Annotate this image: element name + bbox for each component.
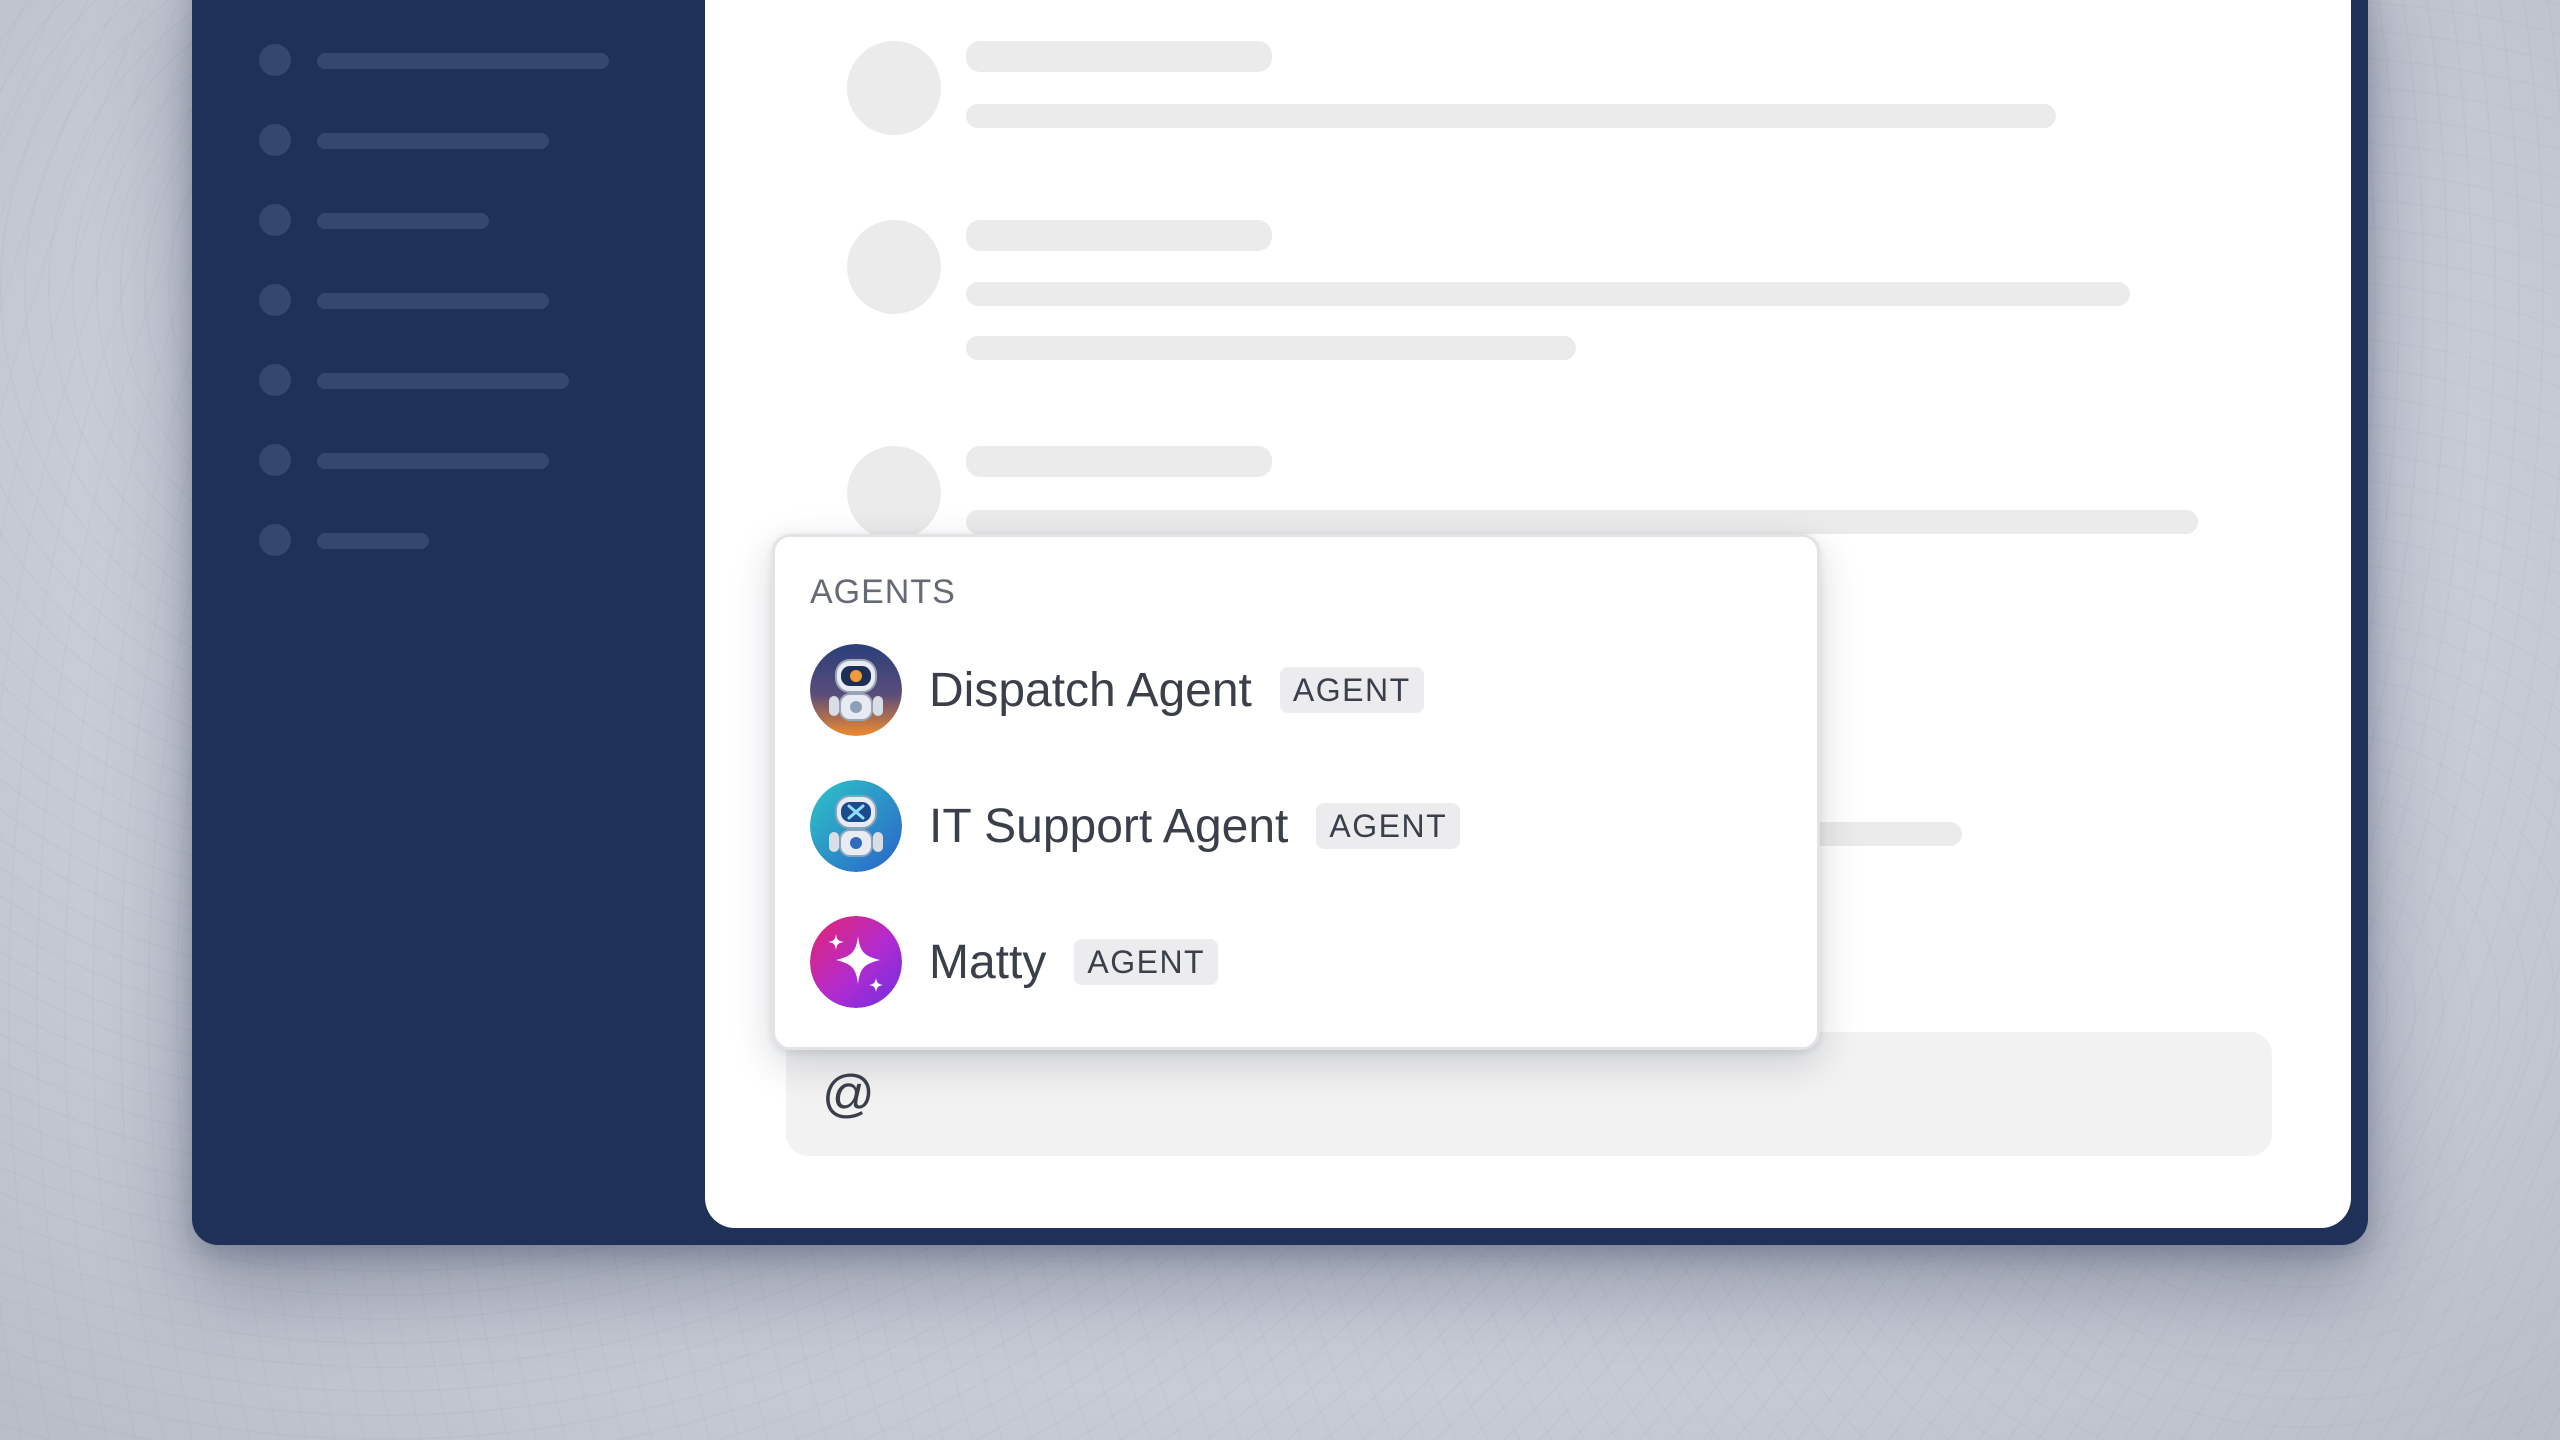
message-text-placeholder	[966, 336, 1576, 360]
message-text-placeholder	[966, 510, 2198, 534]
robot-it-support-icon	[810, 780, 902, 872]
agent-badge: AGENT	[1074, 939, 1219, 985]
message-text-placeholder	[966, 104, 2056, 128]
message-avatar-placeholder	[847, 446, 941, 540]
message-avatar-placeholder	[847, 41, 941, 135]
sidebar-item-label-placeholder	[317, 53, 609, 69]
message-author-placeholder	[966, 446, 1272, 477]
message-composer-input[interactable]: @	[786, 1032, 2272, 1156]
agent-name: Dispatch Agent	[929, 663, 1252, 717]
mention-suggestions-popup: AGENTS Dispatch Agent AGENT IT Support A…	[772, 534, 1820, 1050]
agent-badge: AGENT	[1316, 803, 1461, 849]
agent-option-matty[interactable]: Matty AGENT	[810, 915, 1770, 1009]
sidebar-item-icon-placeholder	[259, 284, 291, 316]
message-author-placeholder	[966, 220, 1272, 251]
sidebar-item-label-placeholder	[317, 293, 549, 309]
sidebar-item-icon-placeholder	[259, 124, 291, 156]
sparkle-icon	[810, 916, 902, 1008]
message-author-placeholder	[966, 41, 1272, 72]
message-avatar-placeholder	[847, 220, 941, 314]
sidebar-item-label-placeholder	[317, 373, 569, 389]
agent-option-it-support[interactable]: IT Support Agent AGENT	[810, 779, 1770, 873]
composer-text: @	[822, 1065, 875, 1123]
agent-name: Matty	[929, 935, 1047, 989]
sidebar-item-label-placeholder	[317, 533, 429, 549]
message-text-placeholder	[1800, 822, 1962, 846]
sidebar-item-icon-placeholder	[259, 204, 291, 236]
robot-dispatch-icon	[810, 644, 902, 736]
agent-name: IT Support Agent	[929, 799, 1289, 853]
agent-option-dispatch[interactable]: Dispatch Agent AGENT	[810, 643, 1770, 737]
message-text-placeholder	[966, 282, 2130, 306]
sidebar	[192, 0, 705, 1245]
sidebar-item-icon-placeholder	[259, 444, 291, 476]
sidebar-item-label-placeholder	[317, 453, 549, 469]
sidebar-item-label-placeholder	[317, 213, 489, 229]
sidebar-item-icon-placeholder	[259, 364, 291, 396]
sidebar-item-label-placeholder	[317, 133, 549, 149]
agent-badge: AGENT	[1279, 667, 1424, 713]
popup-section-header: AGENTS	[810, 573, 956, 611]
sidebar-item-icon-placeholder	[259, 524, 291, 556]
sidebar-item-icon-placeholder	[259, 44, 291, 76]
